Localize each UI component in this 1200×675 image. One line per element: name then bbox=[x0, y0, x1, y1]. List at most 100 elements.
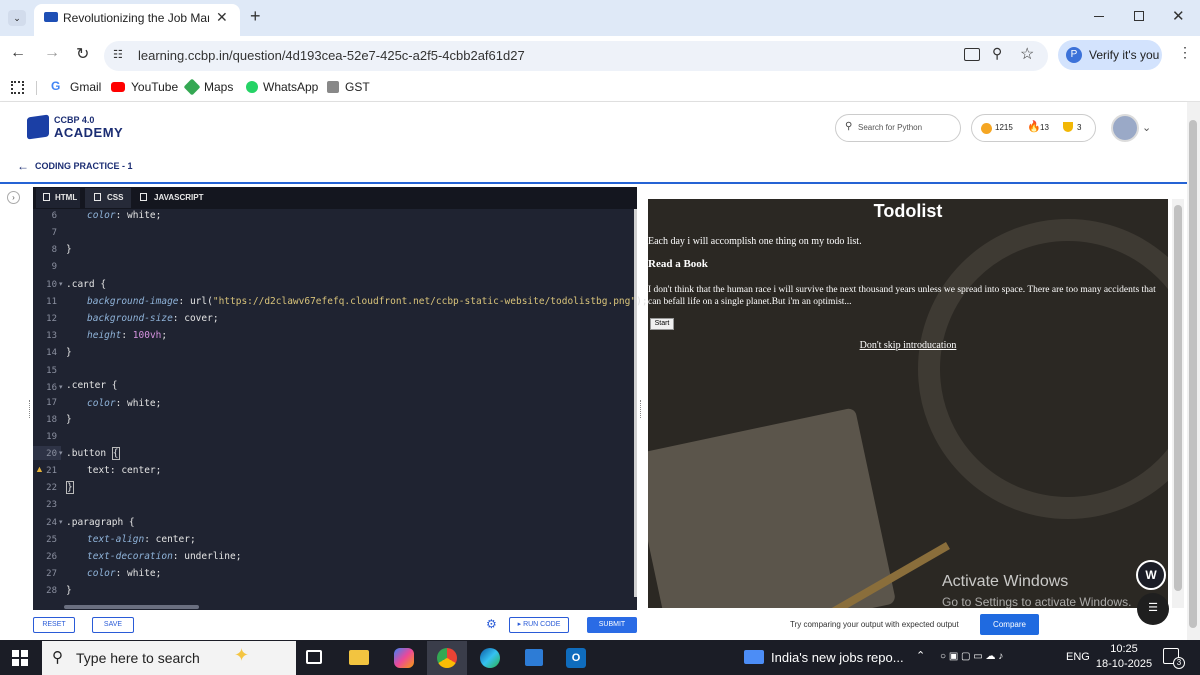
bookmark-gmail[interactable]: Gmail bbox=[70, 80, 101, 94]
youtube-icon bbox=[111, 82, 125, 92]
copilot-icon[interactable] bbox=[394, 648, 414, 668]
bookmark-maps[interactable]: Maps bbox=[204, 80, 233, 94]
page-scroll-thumb[interactable] bbox=[1189, 120, 1197, 628]
taskbar-search-input[interactable]: Type here to search bbox=[76, 650, 200, 666]
coins-count: 1215 bbox=[995, 123, 1013, 132]
chevron-down-icon[interactable]: ⌄ bbox=[1142, 121, 1151, 134]
code-line-12: background-size: cover; bbox=[87, 313, 219, 324]
line-number: 9 bbox=[51, 262, 57, 272]
streak-fire-icon: 🔥 bbox=[1027, 121, 1041, 133]
back-arrow-icon[interactable]: ← bbox=[17, 159, 29, 173]
pane-resize-handle[interactable] bbox=[640, 400, 642, 418]
tab-list-chevron-icon[interactable]: ⌄ bbox=[8, 10, 26, 26]
preview-link[interactable]: Don't skip introducation bbox=[648, 340, 1168, 351]
outlook-icon[interactable]: O bbox=[566, 648, 586, 668]
ccbp-logo-icon bbox=[27, 114, 49, 140]
store-icon[interactable] bbox=[525, 649, 543, 666]
back-arrow-icon[interactable]: ← bbox=[10, 44, 26, 62]
compare-button[interactable]: Compare bbox=[980, 614, 1039, 635]
fold-marker[interactable]: ▾ bbox=[59, 383, 63, 391]
code-line-13: height: 100vh; bbox=[87, 330, 168, 341]
chat-bubble-icon[interactable]: ☰ bbox=[1137, 593, 1169, 625]
run-code-button[interactable]: ▸ RUN CODE bbox=[509, 617, 569, 633]
clock-time[interactable]: 10:25 bbox=[1108, 643, 1140, 655]
settings-gear-icon[interactable]: ⚙ bbox=[486, 617, 497, 631]
user-avatar[interactable] bbox=[1111, 114, 1139, 142]
notification-count: 3 bbox=[1173, 657, 1185, 669]
line-number: 10 bbox=[46, 280, 57, 290]
minimize-icon[interactable] bbox=[1094, 16, 1104, 17]
code-line-10: .card { bbox=[66, 279, 107, 290]
preview-heading: Todolist bbox=[873, 201, 943, 221]
edge-icon[interactable] bbox=[480, 648, 500, 668]
line-number: 26 bbox=[46, 552, 57, 562]
editor-vscroll[interactable] bbox=[634, 209, 637, 597]
tray-icons[interactable]: ○ ▣ ▢ ▭ ☁ ♪ bbox=[940, 651, 1030, 663]
task-view-icon[interactable] bbox=[306, 650, 322, 664]
save-button[interactable]: SAVE bbox=[92, 617, 134, 633]
code-line-24: .paragraph { bbox=[66, 517, 135, 528]
site-info-icon[interactable]: ☷ bbox=[113, 48, 131, 64]
news-headline[interactable]: India's new jobs repo... bbox=[771, 650, 904, 665]
code-line-28: } bbox=[66, 585, 72, 596]
tab-css[interactable]: CSS bbox=[107, 193, 123, 202]
w-logo-icon[interactable]: W bbox=[1136, 560, 1166, 590]
start-button[interactable]: Start bbox=[650, 318, 674, 330]
line-number: 14 bbox=[46, 348, 57, 358]
reset-button[interactable]: RESET bbox=[33, 617, 75, 633]
tray-chevron-icon[interactable]: ⌃ bbox=[916, 649, 925, 662]
fold-marker[interactable]: ▾ bbox=[59, 518, 63, 526]
close-window-icon[interactable]: ✕ bbox=[1172, 7, 1185, 25]
preview-intro: Each day i will accomplish one thing on … bbox=[648, 236, 862, 247]
new-tab-plus-icon[interactable]: + bbox=[250, 6, 261, 27]
side-resize-handle[interactable] bbox=[29, 400, 31, 418]
line-number: 18 bbox=[46, 415, 57, 425]
preview-subheading: Read a Book bbox=[648, 258, 708, 270]
tab-close-icon[interactable]: ✕ bbox=[216, 9, 228, 26]
fold-marker[interactable]: ▾ bbox=[59, 449, 63, 457]
line-number: 25 bbox=[46, 535, 57, 545]
code-line-20: .button { bbox=[66, 447, 120, 460]
zoom-icon[interactable]: ⚲ bbox=[992, 45, 1002, 62]
tab-javascript[interactable]: JAVASCRIPT bbox=[154, 193, 204, 202]
line-number: 17 bbox=[46, 398, 57, 408]
clock-date[interactable]: 18-10-2025 bbox=[1095, 658, 1153, 670]
gst-icon bbox=[327, 81, 339, 93]
bookmark-youtube[interactable]: YouTube bbox=[131, 80, 178, 94]
logo-line1: CCBP 4.0 bbox=[54, 115, 95, 125]
line-number: 28 bbox=[46, 586, 57, 596]
bookmark-gst[interactable]: GST bbox=[345, 80, 370, 94]
line-number: 27 bbox=[46, 569, 57, 579]
code-line-6: color: white; bbox=[87, 210, 162, 221]
bookmark-star-icon[interactable]: ☆ bbox=[1020, 44, 1034, 64]
code-line-25: text-align: center; bbox=[87, 534, 196, 545]
language-indicator[interactable]: ENG bbox=[1066, 651, 1090, 663]
bookmark-whatsapp[interactable]: WhatsApp bbox=[263, 80, 318, 94]
forward-arrow-icon[interactable]: → bbox=[44, 44, 60, 62]
install-app-icon[interactable] bbox=[964, 48, 980, 61]
css-file-icon bbox=[94, 193, 101, 201]
streak-count: 13 bbox=[1040, 123, 1049, 132]
whatsapp-icon bbox=[246, 81, 258, 93]
search-input[interactable]: Search for Python bbox=[858, 123, 922, 132]
submit-button[interactable]: SUBMIT bbox=[587, 617, 637, 633]
fold-marker[interactable]: ▾ bbox=[59, 280, 63, 288]
back-label[interactable]: CODING PRACTICE - 1 bbox=[35, 161, 133, 171]
code-line-22: } bbox=[66, 481, 74, 494]
apps-grid-icon[interactable] bbox=[11, 81, 24, 94]
windows-start-icon[interactable] bbox=[12, 650, 28, 666]
reload-icon[interactable]: ↻ bbox=[76, 44, 89, 64]
logo-line2: ACADEMY bbox=[54, 125, 124, 140]
browser-menu-icon[interactable]: ⋮ bbox=[1178, 44, 1192, 61]
panel-expand-icon[interactable]: › bbox=[7, 191, 20, 204]
preview-scroll-thumb[interactable] bbox=[1174, 205, 1182, 591]
code-line-21: text: center; bbox=[87, 465, 162, 476]
watermark-title: Activate Windows bbox=[942, 573, 1069, 590]
coin-icon bbox=[981, 123, 992, 134]
tab-html[interactable]: HTML bbox=[55, 193, 77, 202]
code-line-27: color: white; bbox=[87, 568, 162, 579]
chrome-icon[interactable] bbox=[437, 648, 457, 668]
restore-icon[interactable] bbox=[1134, 11, 1144, 21]
file-explorer-icon[interactable] bbox=[349, 650, 369, 665]
editor-hscroll-thumb[interactable] bbox=[64, 605, 199, 609]
